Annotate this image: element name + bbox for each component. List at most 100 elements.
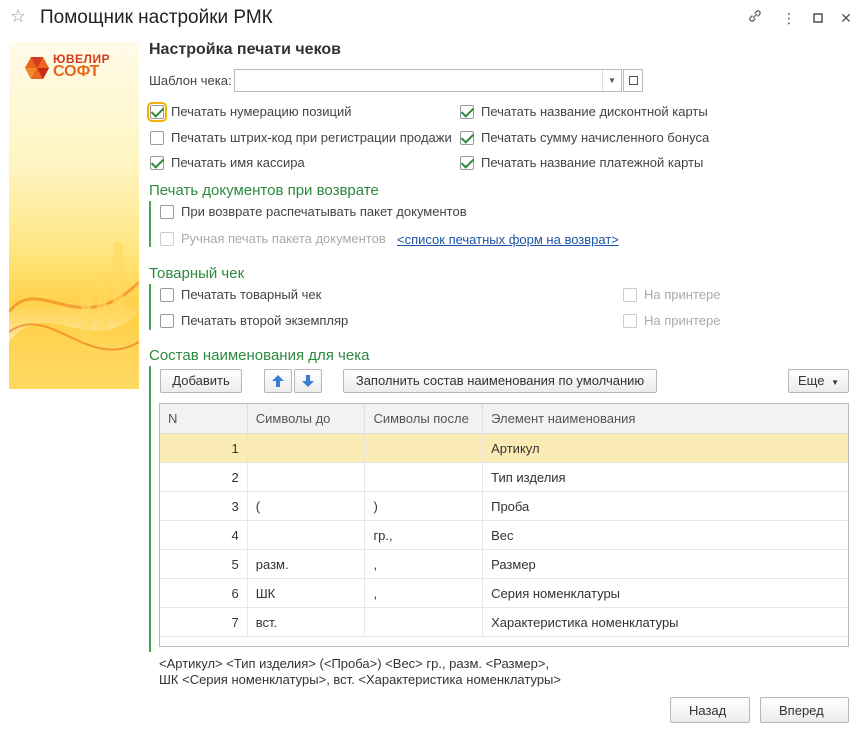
checkbox-label: Печатать название дисконтной карты — [481, 104, 708, 119]
add-button[interactable]: Добавить — [160, 369, 242, 393]
checkbox-box[interactable] — [150, 130, 164, 145]
title-bar: ☆ Помощник настройки РМК ⋮ ✕ — [0, 0, 865, 36]
cell-before[interactable]: ШК — [248, 579, 366, 607]
checkbox-print-sales-receipt[interactable]: Печатать товарный чек — [160, 287, 321, 302]
chevron-down-icon: ▼ — [831, 378, 839, 387]
checkbox-print-second-copy[interactable]: Печатать второй экземпляр — [160, 313, 348, 328]
column-header[interactable]: N — [160, 404, 248, 433]
checkbox-box[interactable] — [160, 287, 174, 302]
checkbox-print-discount-card[interactable]: Печатать название дисконтной карты — [460, 104, 708, 119]
column-header[interactable]: Элемент наименования — [483, 404, 848, 433]
checkbox-print-barcode[interactable]: Печатать штрих-код при регистрации прода… — [150, 130, 452, 145]
checkbox-box[interactable] — [147, 101, 167, 122]
column-header[interactable]: Символы до — [248, 404, 366, 433]
cell-element[interactable]: Артикул — [483, 434, 848, 462]
cell-element[interactable]: Тип изделия — [483, 463, 848, 491]
checkbox-box[interactable] — [460, 130, 474, 145]
print-settings-heading: Настройка печати чеков — [149, 41, 341, 58]
arrow-up-icon — [272, 375, 284, 387]
more-vertical-icon[interactable]: ⋮ — [779, 8, 799, 28]
checkbox-manual-print: Ручная печать пакета документов — [160, 231, 386, 246]
table-row[interactable]: 6 ШК , Серия номенклатуры — [160, 579, 848, 608]
checkbox-label: Ручная печать пакета документов — [181, 231, 386, 246]
column-header[interactable]: Символы после — [365, 404, 484, 433]
cell-element[interactable]: Размер — [483, 550, 848, 578]
preview-line: ШК <Серия номенклатуры>, вст. <Характери… — [159, 672, 561, 687]
table-row[interactable]: 3 ( ) Проба — [160, 492, 848, 521]
cell-before[interactable] — [248, 434, 366, 462]
cell-after[interactable] — [365, 434, 484, 462]
name-composition-title: Состав наименования для чека — [149, 347, 370, 364]
table-row[interactable]: 5 разм. , Размер — [160, 550, 848, 579]
table-row[interactable]: 4 гр., Вес — [160, 521, 848, 550]
name-preview: <Артикул> <Тип изделия> (<Проба>) <Вес> … — [159, 656, 659, 688]
close-icon[interactable]: ✕ — [836, 8, 856, 28]
cell-after[interactable]: ) — [365, 492, 484, 520]
checkbox-label: На принтере — [644, 287, 721, 302]
cell-n: 3 — [160, 492, 248, 520]
checkbox-box[interactable] — [460, 155, 474, 170]
template-combo[interactable]: ▼ — [234, 69, 622, 92]
cell-after[interactable]: гр., — [365, 521, 484, 549]
forward-button-label: Вперед — [779, 702, 824, 718]
checkbox-box — [623, 287, 637, 302]
cell-after[interactable]: , — [365, 579, 484, 607]
checkbox-print-bonus[interactable]: Печатать сумму начисленного бонуса — [460, 130, 709, 145]
star-icon[interactable]: ☆ — [10, 6, 26, 27]
cell-element[interactable]: Серия номенклатуры — [483, 579, 848, 607]
cell-element[interactable]: Проба — [483, 492, 848, 520]
table-row[interactable]: 1 Артикул — [160, 434, 848, 463]
more-button[interactable]: Еще ▼ — [788, 369, 849, 393]
checkbox-label: На принтере — [644, 313, 721, 328]
link-icon[interactable] — [745, 8, 765, 28]
cell-before[interactable]: вст. — [248, 608, 366, 636]
cell-element[interactable]: Вес — [483, 521, 848, 549]
table-row[interactable]: 7 вст. Характеристика номенклатуры — [160, 608, 848, 637]
section-divider — [149, 201, 151, 247]
arrow-down-icon — [302, 375, 314, 387]
back-button-label: Назад — [689, 702, 727, 718]
maximize-icon[interactable] — [808, 8, 828, 28]
open-icon — [629, 76, 638, 85]
cell-before[interactable] — [248, 463, 366, 491]
return-forms-link[interactable]: <список печатных форм на возврат> — [397, 232, 619, 247]
back-button[interactable]: Назад — [670, 697, 750, 723]
more-button-label: Еще — [798, 373, 825, 388]
cell-n: 1 — [160, 434, 248, 462]
checkbox-return-package[interactable]: При возврате распечатывать пакет докумен… — [160, 204, 467, 219]
checkbox-box[interactable] — [150, 155, 164, 170]
cell-element[interactable]: Характеристика номенклатуры — [483, 608, 848, 636]
section-divider — [149, 366, 151, 652]
dropdown-arrow-icon[interactable]: ▼ — [602, 70, 621, 91]
move-down-button[interactable] — [294, 369, 322, 393]
checkbox-box[interactable] — [160, 313, 174, 328]
cell-before[interactable] — [248, 521, 366, 549]
checkbox-print-cashier[interactable]: Печатать имя кассира — [150, 155, 305, 170]
cell-before[interactable]: ( — [248, 492, 366, 520]
cell-n: 6 — [160, 579, 248, 607]
checkbox-box[interactable] — [460, 104, 474, 119]
forward-button[interactable]: Вперед — [760, 697, 849, 723]
cell-n: 4 — [160, 521, 248, 549]
checkbox-box[interactable] — [160, 204, 174, 219]
cell-n: 2 — [160, 463, 248, 491]
checkbox-box — [160, 231, 174, 246]
cell-n: 5 — [160, 550, 248, 578]
checkbox-label: Печатать название платежной карты — [481, 155, 704, 170]
open-template-button[interactable] — [623, 69, 643, 92]
side-banner-image: ЮВЕЛИР СОФТ — [9, 42, 139, 389]
cell-n: 7 — [160, 608, 248, 636]
name-composition-table[interactable]: N Символы до Символы после Элемент наиме… — [159, 403, 849, 647]
table-row[interactable]: 2 Тип изделия — [160, 463, 848, 492]
checkbox-print-numbering[interactable]: Печатать нумерацию позиций — [147, 101, 352, 122]
section-divider — [149, 284, 151, 330]
logo-text-bottom: СОФТ — [53, 63, 100, 80]
checkbox-print-payment-card[interactable]: Печатать название платежной карты — [460, 155, 703, 170]
move-up-button[interactable] — [264, 369, 292, 393]
cell-after[interactable] — [365, 608, 484, 636]
cell-before[interactable]: разм. — [248, 550, 366, 578]
fill-default-button[interactable]: Заполнить состав наименования по умолчан… — [343, 369, 657, 393]
cell-after[interactable]: , — [365, 550, 484, 578]
cell-after[interactable] — [365, 463, 484, 491]
checkbox-label: Печатать штрих-код при регистрации прода… — [171, 130, 452, 145]
